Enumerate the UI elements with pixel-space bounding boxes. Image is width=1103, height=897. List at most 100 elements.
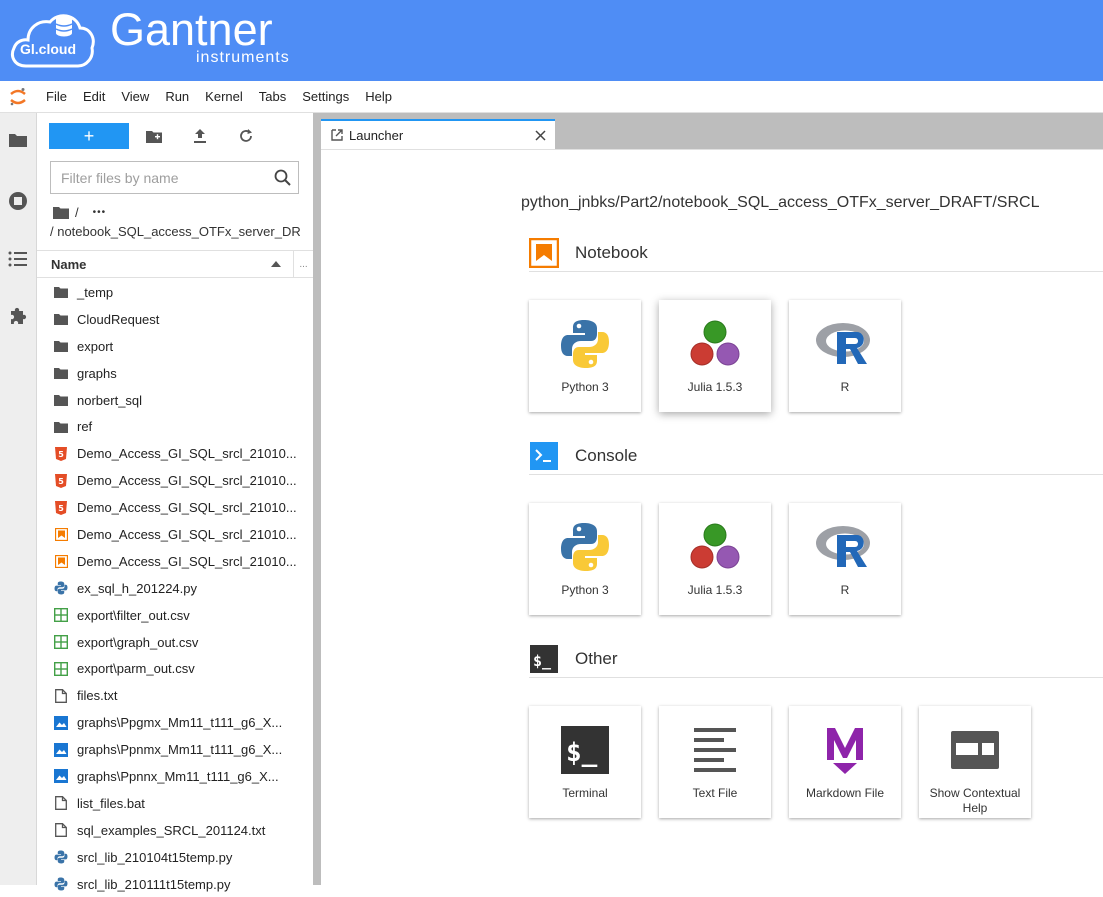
file-list-item[interactable]: 5 Demo_Access_GI_SQL_srcl_21010... <box>37 440 313 467</box>
sort-ascending-icon[interactable] <box>259 261 293 267</box>
file-name: export\parm_out.csv <box>77 661 195 677</box>
cloud-label: Gl.cloud <box>20 41 76 57</box>
filter-files-input[interactable] <box>51 169 261 186</box>
file-name: srcl_lib_210111t15temp.py <box>77 876 231 892</box>
julia-icon <box>685 517 745 577</box>
menu-settings[interactable]: Settings <box>294 81 357 113</box>
file-list-item[interactable]: ex_sql_h_201224.py <box>37 575 313 602</box>
image-file-icon <box>53 768 69 784</box>
menu-run[interactable]: Run <box>157 81 197 113</box>
file-name: sql_examples_SRCL_201124.txt <box>77 822 266 838</box>
breadcrumb-root[interactable]: / <box>75 205 79 220</box>
file-list-item[interactable]: Demo_Access_GI_SQL_srcl_21010... <box>37 548 313 575</box>
tab-launcher[interactable]: Launcher <box>321 119 555 149</box>
svg-text:$_: $_ <box>566 738 598 768</box>
close-icon[interactable] <box>525 129 555 141</box>
file-browser-toolbar: + <box>49 123 269 149</box>
menu-view[interactable]: View <box>113 81 157 113</box>
svg-text:5: 5 <box>58 450 64 459</box>
file-list-item[interactable]: graphs\Ppnnx_Mm11_t111_g6_X... <box>37 763 313 790</box>
csv-file-icon <box>53 634 69 650</box>
console-python3-card[interactable]: Python 3 <box>529 503 641 615</box>
file-list-item[interactable]: 5 Demo_Access_GI_SQL_srcl_21010... <box>37 467 313 494</box>
launcher-tab-icon <box>331 129 343 141</box>
section-notebook: Notebook <box>529 237 1103 272</box>
card-label: R <box>840 380 850 394</box>
new-launcher-button[interactable]: + <box>49 123 129 149</box>
folder-icon <box>53 392 69 408</box>
folder-icon[interactable] <box>7 129 29 151</box>
menu-kernel[interactable]: Kernel <box>197 81 251 113</box>
panel-splitter[interactable] <box>313 113 321 885</box>
notebook-file-icon <box>53 526 69 542</box>
new-folder-icon[interactable] <box>131 123 177 149</box>
markdown-file-card[interactable]: Markdown File <box>789 706 901 818</box>
file-list-item[interactable]: 5 Demo_Access_GI_SQL_srcl_21010... <box>37 494 313 521</box>
file-list-item[interactable]: srcl_lib_210104t15temp.py <box>37 844 313 871</box>
file-list-item[interactable]: graphs\Ppgmx_Mm11_t111_g6_X... <box>37 709 313 736</box>
column-more-handle[interactable]: ... <box>293 250 313 278</box>
menu-edit[interactable]: Edit <box>75 81 113 113</box>
file-name: Demo_Access_GI_SQL_srcl_21010... <box>77 553 297 569</box>
column-name-header[interactable]: Name <box>37 257 259 272</box>
upload-icon[interactable] <box>177 123 223 149</box>
console-section-title: Console <box>575 445 638 465</box>
text-file-icon <box>685 720 745 780</box>
console-section-icon <box>529 441 559 471</box>
file-list-item[interactable]: export\filter_out.csv <box>37 602 313 629</box>
card-label: Python 3 <box>561 380 609 394</box>
refresh-icon[interactable] <box>223 123 269 149</box>
folder-icon <box>53 311 69 327</box>
running-stop-icon[interactable] <box>7 190 29 212</box>
file-list-item[interactable]: CloudRequest <box>37 306 313 333</box>
contextual-help-icon <box>945 720 1005 780</box>
file-list-item[interactable]: _temp <box>37 279 313 306</box>
console-r-card[interactable]: R <box>789 503 901 615</box>
notebook-r-card[interactable]: R <box>789 300 901 412</box>
notebook-julia-card[interactable]: Julia 1.5.3 <box>659 300 771 412</box>
file-list-item[interactable]: Demo_Access_GI_SQL_srcl_21010... <box>37 521 313 548</box>
breadcrumb-ellipsis[interactable]: ••• <box>93 207 107 218</box>
notebook-file-icon <box>53 553 69 569</box>
file-list-item[interactable]: export\parm_out.csv <box>37 655 313 682</box>
table-of-contents-icon[interactable] <box>7 248 29 270</box>
notebook-python3-card[interactable]: Python 3 <box>529 300 641 412</box>
file-list-item[interactable]: export\graph_out.csv <box>37 629 313 656</box>
file-list-item[interactable]: graphs\Ppnmx_Mm11_t111_g6_X... <box>37 736 313 763</box>
breadcrumb-current-path[interactable]: / notebook_SQL_access_OTFx_server_DRAFT <box>50 224 300 239</box>
card-label: Terminal <box>562 786 608 800</box>
file-name: _temp <box>77 284 114 300</box>
r-icon <box>815 314 875 374</box>
file-list-item[interactable]: graphs <box>37 360 313 387</box>
file-name: Demo_Access_GI_SQL_srcl_21010... <box>77 473 297 489</box>
menu-tabs[interactable]: Tabs <box>251 81 294 113</box>
file-list-item[interactable]: ref <box>37 413 313 440</box>
file-name: graphs\Ppgmx_Mm11_t111_g6_X... <box>77 715 283 731</box>
file-list-item[interactable]: list_files.bat <box>37 790 313 817</box>
search-icon <box>274 169 291 186</box>
file-name: export <box>77 338 114 354</box>
contextual-help-card[interactable]: Show Contextual Help <box>919 706 1031 818</box>
home-folder-icon[interactable] <box>53 206 69 219</box>
file-list-item[interactable]: sql_examples_SRCL_201124.txt <box>37 817 313 844</box>
other-section-title: Other <box>575 648 618 668</box>
file-name: Demo_Access_GI_SQL_srcl_21010... <box>77 446 297 462</box>
folder-icon <box>53 419 69 435</box>
svg-text:5: 5 <box>58 504 64 513</box>
text-file-card[interactable]: Text File <box>659 706 771 818</box>
python-file-icon <box>53 876 69 892</box>
file-list-item[interactable]: export <box>37 333 313 360</box>
terminal-card[interactable]: $_ Terminal <box>529 706 641 818</box>
menu-bar: File Edit View Run Kernel Tabs Settings … <box>0 81 1103 113</box>
file-list-item[interactable]: norbert_sql <box>37 387 313 414</box>
file-list-item[interactable]: files.txt <box>37 682 313 709</box>
breadcrumb: / ••• <box>53 205 106 220</box>
file-list-item[interactable]: srcl_lib_210111t15temp.py <box>37 871 313 897</box>
section-console: Console <box>529 441 1103 475</box>
card-label: Julia 1.5.3 <box>687 583 743 597</box>
menu-file[interactable]: File <box>36 81 75 113</box>
extension-puzzle-icon[interactable] <box>7 305 29 327</box>
menu-help[interactable]: Help <box>357 81 400 113</box>
console-julia-card[interactable]: Julia 1.5.3 <box>659 503 771 615</box>
svg-text:$_: $_ <box>533 652 552 670</box>
